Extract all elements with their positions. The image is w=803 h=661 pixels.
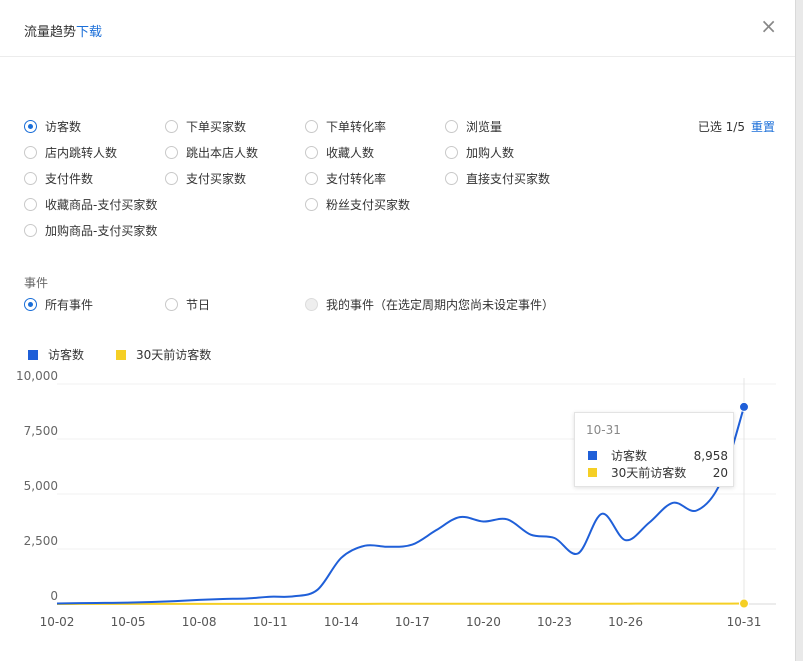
- metric-option[interactable]: 支付转化率: [305, 170, 386, 187]
- event-option[interactable]: 所有事件: [24, 296, 93, 313]
- radio-icon[interactable]: [305, 120, 318, 133]
- metric-option-label: 加购人数: [466, 146, 515, 160]
- y-tick-label: 5,000: [24, 479, 58, 493]
- x-tick-label: 10-14: [324, 615, 359, 629]
- x-tick-label: 10-05: [111, 615, 146, 629]
- metric-option-label: 直接支付买家数: [466, 172, 551, 186]
- tooltip-value: 8,958: [693, 448, 728, 463]
- y-tick-label: 10,000: [16, 369, 58, 383]
- metric-option-label: 访客数: [45, 120, 82, 134]
- radio-icon[interactable]: [24, 120, 37, 133]
- metric-option[interactable]: 浏览量: [445, 118, 502, 135]
- tooltip-swatch: [588, 451, 597, 460]
- metric-option[interactable]: 粉丝支付买家数: [305, 196, 410, 213]
- tooltip-swatch: [588, 468, 597, 477]
- metric-option[interactable]: 下单转化率: [305, 118, 386, 135]
- radio-icon[interactable]: [445, 120, 458, 133]
- download-link[interactable]: 下载: [76, 25, 102, 40]
- metric-option[interactable]: 支付件数: [24, 170, 93, 187]
- x-tick-label: 10-31: [727, 615, 762, 629]
- legend-label: 访客数: [48, 348, 85, 362]
- modal-title: 流量趋势下载: [24, 21, 102, 40]
- x-tick-label: 10-17: [395, 615, 430, 629]
- y-tick-label: 7,500: [24, 424, 58, 438]
- tooltip-label: 访客数: [611, 449, 648, 463]
- event-option-label: 节日: [186, 298, 211, 312]
- trend-chart: 0 2,500 5,000 7,500 10,000 10-02 10-05 10-08 10-…: [16, 369, 776, 629]
- radio-icon[interactable]: [24, 172, 37, 185]
- close-icon[interactable]: ×: [760, 16, 777, 36]
- y-tick-label: 2,500: [24, 534, 58, 548]
- radio-icon[interactable]: [24, 146, 37, 159]
- tooltip-label: 30天前访客数: [611, 466, 687, 480]
- legend-item-visitors-30d-ago[interactable]: 30天前访客数: [116, 346, 211, 363]
- legend-item-visitors[interactable]: 访客数: [28, 346, 84, 363]
- radio-icon: [305, 298, 318, 311]
- radio-icon[interactable]: [445, 146, 458, 159]
- radio-icon[interactable]: [165, 172, 178, 185]
- legend-swatch: [116, 349, 126, 360]
- series-point: [739, 598, 749, 609]
- metric-option[interactable]: 加购人数: [445, 144, 514, 161]
- metric-option[interactable]: 店内跳转人数: [24, 144, 117, 161]
- radio-icon[interactable]: [305, 198, 318, 211]
- radio-icon[interactable]: [165, 146, 178, 159]
- selected-count: 已选 1/5 重置: [698, 118, 775, 135]
- metric-option-label: 支付转化率: [326, 172, 387, 186]
- metric-option[interactable]: 访客数: [24, 118, 81, 135]
- x-tick-label: 10-11: [253, 615, 288, 629]
- title-text: 流量趋势: [24, 25, 77, 40]
- modal-header: 流量趋势下载 ×: [0, 0, 795, 57]
- metric-option[interactable]: 支付买家数: [165, 170, 246, 187]
- event-option[interactable]: 节日: [165, 296, 210, 313]
- x-tick-label: 10-02: [40, 615, 75, 629]
- metric-option[interactable]: 跳出本店人数: [165, 144, 258, 161]
- event-option-label: 所有事件: [45, 298, 94, 312]
- chart-tooltip: 10-31 访客数 8,958 30天前访客数 20: [574, 412, 734, 487]
- radio-icon[interactable]: [24, 224, 37, 237]
- metric-option[interactable]: 加购商品-支付买家数: [24, 222, 157, 239]
- tooltip-date: 10-31: [586, 423, 621, 437]
- series-point: [739, 401, 749, 412]
- legend-label: 30天前访客数: [136, 348, 212, 362]
- events-label: 事件: [24, 276, 49, 290]
- radio-icon[interactable]: [24, 298, 37, 311]
- x-tick-label: 10-08: [182, 615, 217, 629]
- tooltip-row-visitors-30d-ago: 30天前访客数 20: [588, 464, 728, 481]
- tooltip-value: 20: [712, 465, 728, 480]
- metric-option[interactable]: 直接支付买家数: [445, 170, 550, 187]
- metric-option-label: 支付件数: [45, 172, 94, 186]
- metric-option-label: 粉丝支付买家数: [326, 198, 411, 212]
- metric-option-label: 收藏人数: [326, 146, 375, 160]
- radio-icon[interactable]: [24, 198, 37, 211]
- metric-option-label: 店内跳转人数: [45, 146, 118, 160]
- radio-icon[interactable]: [165, 298, 178, 311]
- traffic-trend-modal: 流量趋势下载 × 访客数 下单买家数 下单转化率 浏览量店内跳转人数 跳出本店人数 收藏人…: [0, 0, 796, 661]
- metric-option-label: 跳出本店人数: [186, 146, 259, 160]
- x-tick-label: 10-20: [466, 615, 501, 629]
- metric-option-label: 收藏商品-支付买家数: [45, 198, 158, 212]
- metric-option-label: 下单买家数: [186, 120, 247, 134]
- selected-text: 已选 1/5: [697, 120, 745, 134]
- metric-option[interactable]: 下单买家数: [165, 118, 246, 135]
- metric-option-label: 支付买家数: [186, 172, 247, 186]
- x-tick-label: 10-23: [537, 615, 572, 629]
- metric-option-label: 浏览量: [466, 120, 503, 134]
- reset-button[interactable]: 重置: [751, 120, 775, 134]
- x-tick-label: 10-26: [608, 615, 643, 629]
- radio-icon[interactable]: [445, 172, 458, 185]
- y-tick-label: 0: [50, 589, 58, 603]
- radio-icon[interactable]: [305, 172, 318, 185]
- tooltip-row-visitors: 访客数 8,958: [588, 447, 728, 464]
- event-option-label: 我的事件（在选定周期内您尚未设定事件）: [326, 298, 555, 312]
- radio-icon[interactable]: [165, 120, 178, 133]
- legend-swatch: [28, 349, 38, 360]
- metric-option-label: 下单转化率: [326, 120, 387, 134]
- metric-option[interactable]: 收藏商品-支付买家数: [24, 196, 157, 213]
- metric-option[interactable]: 收藏人数: [305, 144, 374, 161]
- radio-icon[interactable]: [305, 146, 318, 159]
- metric-option-label: 加购商品-支付买家数: [45, 224, 158, 238]
- event-option: 我的事件（在选定周期内您尚未设定事件）: [305, 296, 554, 313]
